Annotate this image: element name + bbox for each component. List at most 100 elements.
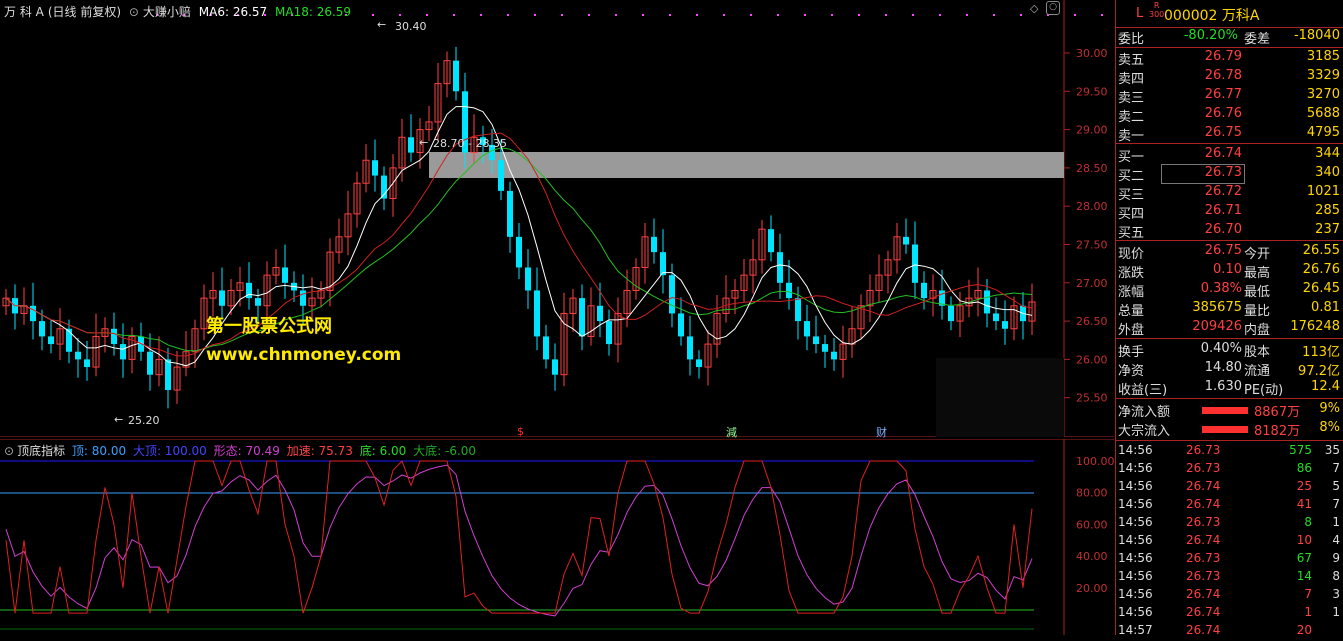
candle-body <box>669 275 675 314</box>
ask-label: 卖三 <box>1118 91 1145 106</box>
axis-label: 27.50 <box>1076 239 1108 252</box>
ma18-label: MA18: 26.59 <box>275 5 352 19</box>
flow-value: 8867万 <box>1254 405 1301 420</box>
tick-row: 14:56 26.74 7 3 <box>1116 587 1343 605</box>
candle-body <box>111 328 117 345</box>
signal-dot <box>669 14 671 16</box>
tick-count: 9 <box>1332 551 1340 565</box>
diamond-icon[interactable]: ◇ <box>1030 2 1038 15</box>
dropdown-icon[interactable]: ⊙ <box>129 5 139 19</box>
candle-body <box>66 328 72 352</box>
tick-row: 14:56 26.73 8 1 <box>1116 515 1343 533</box>
candle-body <box>606 321 612 345</box>
tick-price: 26.74 <box>1186 479 1221 493</box>
tick-price: 26.73 <box>1186 515 1221 529</box>
candle-body <box>948 305 954 322</box>
tick-price: 26.74 <box>1186 497 1221 511</box>
candle-body <box>660 252 666 276</box>
tick-count: 1 <box>1332 605 1340 619</box>
quote-value: 26.45 <box>1302 281 1340 296</box>
tick-row: 14:56 26.74 25 5 <box>1116 479 1343 497</box>
quote-value: 0.81 <box>1311 300 1340 315</box>
bid-label: 买三 <box>1118 188 1145 203</box>
candle-body <box>651 236 657 253</box>
candle-body <box>777 252 783 283</box>
signal-dot <box>966 14 968 16</box>
tick-time: 14:56 <box>1118 533 1153 547</box>
tick-price: 26.73 <box>1186 569 1221 583</box>
tick-row: 14:57 26.74 20 <box>1116 623 1343 641</box>
bid-label: 买二 <box>1118 169 1145 184</box>
arrow-icon: ← <box>377 18 387 31</box>
low-label: 25.20 <box>128 414 160 427</box>
marker-cai[interactable]: 财 <box>876 424 887 440</box>
tick-volume: 14 <box>1296 569 1312 583</box>
tick-count: 4 <box>1332 533 1340 547</box>
signal-dot <box>561 14 563 16</box>
dropdown-icon[interactable]: ⊙ <box>4 444 14 458</box>
weicha-label: 委差 <box>1244 32 1271 47</box>
tick-time: 14:56 <box>1118 569 1153 583</box>
candle-body <box>795 298 801 322</box>
settings-icon[interactable]: ○ <box>1046 1 1060 15</box>
quote-value: 0.10 <box>1213 262 1242 277</box>
period-label[interactable]: (日线 前复权) <box>48 5 121 19</box>
indicator-name[interactable]: 顶底指标 <box>17 444 65 458</box>
axis-label: 30.00 <box>1076 47 1108 60</box>
tick-volume: 8 <box>1304 515 1312 529</box>
finance-label: PE(动) <box>1244 383 1284 398</box>
weicha-value: -18040 <box>1293 28 1340 43</box>
ask-row: 卖三 26.77 3270 <box>1116 87 1343 106</box>
tick-time: 14:56 <box>1118 551 1153 565</box>
candle-body <box>48 336 54 345</box>
high-label: 30.40 <box>395 20 427 33</box>
candle-body <box>30 305 36 322</box>
signal-dot <box>912 14 914 16</box>
quote-value: 26.76 <box>1302 262 1340 277</box>
formula-name[interactable]: 大赚小赔 <box>143 5 191 19</box>
signal-dot <box>1020 14 1022 16</box>
finance-label: 换手 <box>1118 345 1145 360</box>
candle-body <box>120 344 126 360</box>
bottom-label: 底: 6.00 <box>359 444 407 458</box>
quote-panel: L R 300 000002 万科A 委比 -80.20% 委差 -18040 … <box>1115 0 1343 637</box>
tick-count: 3 <box>1332 587 1340 601</box>
tick-price: 26.74 <box>1186 533 1221 547</box>
flow-label: 大宗流入 <box>1118 424 1171 439</box>
arrow-icon: ← <box>114 413 124 426</box>
indicator-axis-label: 80.00 <box>1076 487 1108 500</box>
tick-volume: 41 <box>1296 497 1312 511</box>
indicator-header: ⊙ 顶底指标 顶: 80.00 大顶: 100.00 形态: 70.49 加速: … <box>4 442 479 459</box>
tick-volume: 67 <box>1296 551 1312 565</box>
quote-label: 量比 <box>1244 304 1271 319</box>
stock-title[interactable]: 000002 万科A <box>1164 5 1259 25</box>
tick-count: 35 <box>1324 443 1340 457</box>
finance-value: 12.4 <box>1311 379 1340 394</box>
ask-row: 卖一 26.75 4795 <box>1116 125 1343 144</box>
bigbottom-label: 大底: -6.00 <box>413 444 477 458</box>
finance-label: 收益(三) <box>1118 383 1168 398</box>
stock-name: 万 科 A <box>4 5 44 19</box>
signal-dot <box>480 14 482 16</box>
finance-value: 113亿 <box>1302 345 1340 360</box>
arrow-icon: ← <box>419 136 429 149</box>
signal-dot <box>615 14 617 16</box>
tick-volume: 10 <box>1296 533 1312 547</box>
axis-label: 25.50 <box>1076 392 1108 405</box>
tick-count: 7 <box>1332 497 1340 511</box>
quote-row: 涨跌 0.10 最高 26.76 <box>1116 262 1343 281</box>
bid-volume: 285 <box>1315 203 1340 218</box>
tick-row: 14:56 26.73 67 9 <box>1116 551 1343 569</box>
flow-percent: 9% <box>1319 401 1340 416</box>
finance-row: 换手 0.40% 股本 113亿 <box>1116 341 1343 360</box>
marker-s[interactable]: $ <box>517 425 524 438</box>
flow-row: 净流入额 8867万 9% <box>1116 401 1343 420</box>
finance-row: 收益(三) 1.630 PE(动) 12.4 <box>1116 379 1343 398</box>
bid-volume: 340 <box>1315 165 1340 180</box>
marker-jian[interactable]: 減 <box>726 424 737 440</box>
tick-time: 14:56 <box>1118 587 1153 601</box>
tick-price: 26.73 <box>1186 461 1221 475</box>
candle-body <box>813 336 819 345</box>
indicator-chart[interactable]: 100.00 80.00 60.00 40.00 20.00 <box>0 439 1114 635</box>
candle-body <box>786 282 792 299</box>
